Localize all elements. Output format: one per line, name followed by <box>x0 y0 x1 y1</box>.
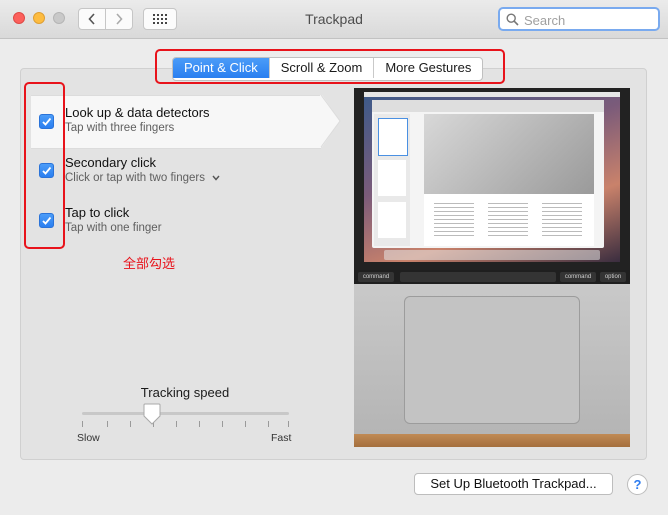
tracking-speed-label: Tracking speed <box>140 385 230 400</box>
tap-to-click-option-title: Tap to click <box>65 205 130 220</box>
screen-content <box>364 92 620 262</box>
space-bar <box>400 272 556 282</box>
search-field[interactable] <box>498 7 660 31</box>
trackpad-illustration <box>404 296 580 424</box>
thumbnail <box>378 202 406 238</box>
lookup-option-subtitle: Tap with three fingers <box>65 122 175 134</box>
text-column <box>488 200 528 238</box>
annotation-note: 全部勾选 <box>123 256 176 271</box>
slider-tick <box>288 421 289 427</box>
slider-tick <box>268 421 269 427</box>
secondary-click-option-subtitle: Click or tap with two fingers <box>65 172 205 184</box>
slider-tick <box>222 421 223 427</box>
secondary-click-option-title: Secondary click <box>65 155 157 170</box>
chevron-down-icon <box>212 175 220 181</box>
page-thumbnails <box>374 114 410 246</box>
app-toolbar <box>372 100 604 112</box>
keyboard-row: command command option <box>354 270 630 284</box>
gesture-preview-image: command command option <box>354 88 630 447</box>
slider-tick <box>176 421 177 427</box>
secondary-click-dropdown[interactable]: Click or tap with two fingers <box>65 172 220 184</box>
slider-knob[interactable] <box>142 403 162 425</box>
text-column <box>434 200 474 238</box>
option-key: option <box>600 272 626 282</box>
tap-to-click-option-subtitle: Tap with one finger <box>65 222 162 234</box>
tabs-annotation-box <box>155 49 505 84</box>
slider-tick <box>199 421 200 427</box>
slider-tick <box>107 421 108 427</box>
desk-surface <box>354 434 630 447</box>
tracking-speed-slider[interactable] <box>82 412 289 415</box>
thumbnail <box>378 118 408 156</box>
text-column <box>542 200 582 238</box>
lookup-option-title: Look up & data detectors <box>65 105 210 120</box>
thumbnail <box>378 160 406 196</box>
setup-bluetooth-trackpad-button[interactable]: Set Up Bluetooth Trackpad... <box>414 473 613 495</box>
fast-label: Fast <box>271 432 292 444</box>
title-bar: Trackpad <box>0 0 668 39</box>
slider-tick <box>245 421 246 427</box>
document-page <box>424 114 594 246</box>
checkbox-annotation-box <box>24 82 65 249</box>
dock <box>384 250 600 260</box>
search-input[interactable] <box>522 11 656 29</box>
app-window <box>372 100 604 248</box>
help-button[interactable]: ? <box>627 474 648 495</box>
laptop-screen <box>354 88 630 270</box>
slow-label: Slow <box>77 432 100 444</box>
slider-tick <box>82 421 83 427</box>
command-key-left: command <box>358 272 394 282</box>
slider-tick <box>130 421 131 427</box>
bicycle-photo <box>424 114 594 194</box>
search-icon <box>506 13 519 26</box>
command-key-right: command <box>560 272 596 282</box>
menu-bar <box>364 92 620 97</box>
selection-pointer-icon <box>320 95 341 147</box>
